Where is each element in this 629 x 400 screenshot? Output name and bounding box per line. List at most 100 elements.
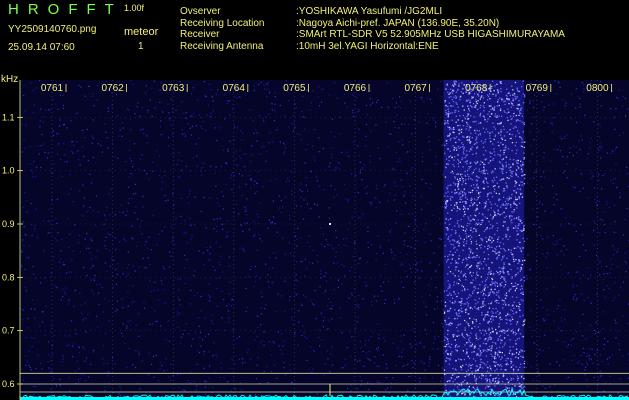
noise-dot [97,211,99,213]
noise-dot [590,302,592,304]
band-dot [510,377,512,380]
noise-dot [38,153,40,155]
noise-dot [425,306,427,308]
noise-dot [83,266,85,268]
band-dot [475,277,477,279]
noise-dot [143,170,145,172]
band-dot [483,288,485,290]
noise-dot [365,135,367,137]
band-dot [463,337,466,339]
band-dot [482,367,484,369]
band-dot [499,270,501,273]
noise-dot [204,380,206,382]
band-dot [523,366,525,368]
band-dot [451,112,454,114]
noise-dot [288,100,290,102]
band-dot [520,363,522,365]
noise-dot [361,380,363,382]
noise-dot [403,240,405,242]
noise-dot [256,364,258,366]
band-dot [443,369,446,371]
band-dot [467,355,469,358]
band-dot [489,93,491,95]
y-tick-label: 0.7 [2,326,15,336]
band-dot [482,142,484,144]
noise-dot [328,94,330,96]
band-dot [446,380,449,383]
band-dot [502,225,504,227]
band-dot [470,197,473,199]
noise-dot [308,235,310,237]
band-dot [504,149,507,151]
noise-dot [369,359,371,361]
noise-dot [576,285,578,287]
band-dot [448,156,450,158]
band-dot [467,135,469,138]
noise-dot [57,232,59,234]
noise-dot [142,257,144,259]
noise-dot [200,125,202,128]
band-dot [483,163,485,165]
band-dot [513,353,515,355]
band-dot [462,208,465,210]
band-dot [509,129,511,131]
noise-dot [590,358,592,360]
noise-dot [165,338,167,341]
noise-dot [84,302,86,304]
noise-dot [267,274,269,276]
noise-dot [315,176,317,178]
noise-dot [272,141,274,143]
band-dot [524,174,526,176]
band-dot [464,375,466,378]
noise-dot [305,149,307,151]
band-dot [471,198,473,200]
band-dot [510,268,512,271]
band-dot [474,376,476,379]
noise-dot [163,370,165,372]
noise-dot [367,241,369,243]
noise-dot [161,188,163,190]
noise-dot [283,153,285,155]
band-dot [467,99,470,101]
noise-dot [161,176,163,179]
noise-dot [246,307,248,309]
noise-dot [542,349,544,352]
noise-dot [215,394,217,396]
noise-dot [251,154,253,156]
band-dot [470,243,472,245]
band-dot [496,310,499,312]
noise-dot [600,394,602,396]
band-dot [512,104,514,107]
noise-dot [365,285,367,287]
noise-dot [109,214,111,216]
band-dot [477,262,479,264]
noise-dot [37,237,39,239]
noise-dot [50,388,52,390]
band-dot [519,309,521,311]
noise-dot [553,311,555,313]
band-dot [523,385,526,388]
noise-dot [181,169,183,171]
noise-dot [322,320,324,322]
band-dot [487,198,489,200]
noise-dot [291,160,293,162]
band-dot [448,363,450,365]
noise-dot [330,353,332,355]
noise-dot [137,102,139,104]
band-dot [453,302,455,304]
noise-dot [53,256,55,258]
band-dot [477,188,479,190]
noise-dot [421,160,424,163]
noise-dot [349,270,351,272]
noise-dot [226,220,228,222]
noise-dot [361,166,363,169]
band-dot [486,228,488,230]
band-dot [508,249,510,251]
band-dot [504,278,506,280]
band-dot [518,197,520,199]
noise-dot [151,87,153,89]
noise-dot [367,230,369,233]
band-dot [457,159,459,161]
band-dot [509,94,511,97]
noise-dot [396,161,398,163]
